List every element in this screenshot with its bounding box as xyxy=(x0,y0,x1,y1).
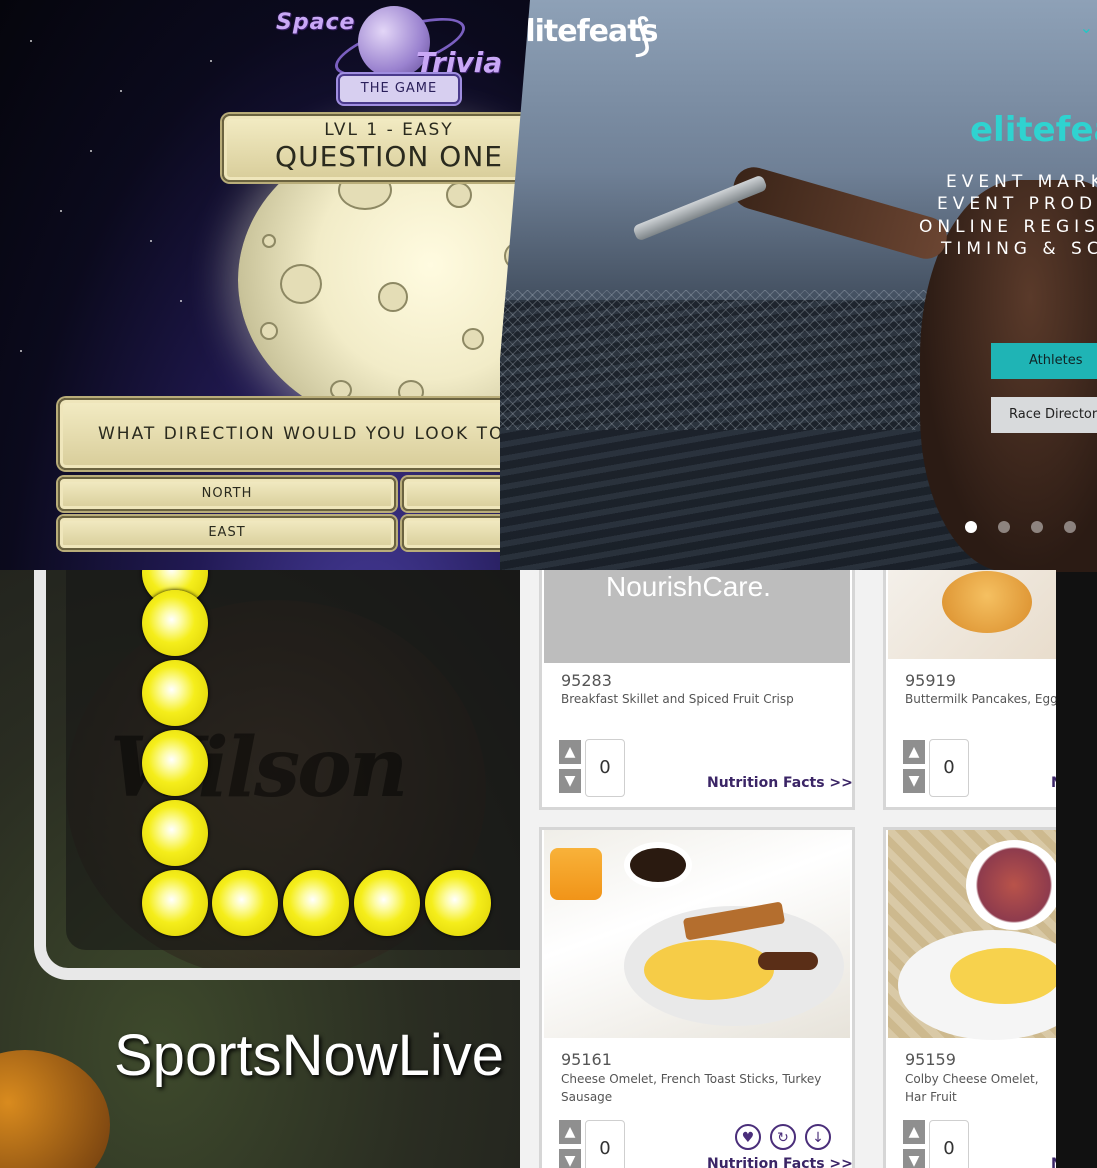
nourishcare-logo: NourishCare. xyxy=(606,571,771,602)
hero-brand-title: elitefea xyxy=(970,110,1097,150)
heart-icon[interactable]: ♥ xyxy=(735,1124,761,1150)
led-dot xyxy=(212,870,278,936)
service-line-2: EVENT PRODU xyxy=(937,194,1097,214)
answer-button-north[interactable]: NORTH xyxy=(58,477,396,511)
carousel-dot-2[interactable] xyxy=(998,521,1010,533)
basketball-foreground xyxy=(0,1050,110,1168)
meal-code: 95159 xyxy=(905,1050,956,1069)
space-trivia-logo: Space Trivia THE GAME xyxy=(276,4,526,104)
meal-code: 95161 xyxy=(561,1050,612,1069)
nutrition-facts-link[interactable]: N xyxy=(1051,1156,1056,1168)
meal-name: Breakfast Skillet and Spiced Fruit Crisp xyxy=(561,692,794,706)
race-directors-button[interactable]: Race Directors xyxy=(991,397,1097,433)
moon-crater xyxy=(280,264,322,304)
service-line-4: TIMING & SCO xyxy=(941,239,1097,259)
led-dot xyxy=(142,800,208,866)
decrement-button[interactable]: ▼ xyxy=(903,769,925,793)
moon-crater xyxy=(378,282,408,312)
star xyxy=(30,40,32,42)
quantity-field[interactable]: 0 xyxy=(929,739,969,797)
question-header: LVL 1 - EASY QUESTION ONE xyxy=(222,114,530,182)
sausage xyxy=(758,952,818,970)
led-dot xyxy=(142,730,208,796)
question-number: QUESTION ONE xyxy=(275,140,503,173)
increment-button[interactable]: ▲ xyxy=(903,740,925,764)
meal-name: Buttermilk Pancakes, Egg F xyxy=(905,692,1056,706)
question-text: WHAT DIRECTION WOULD YOU LOOK TO C xyxy=(58,398,530,470)
moon-crater xyxy=(330,380,352,400)
quantity-field[interactable]: 0 xyxy=(929,1120,969,1168)
sportsnowlive-title: SportsNowLive xyxy=(114,1023,505,1088)
star xyxy=(60,210,62,212)
winged-shoe-icon: ⟆ xyxy=(634,10,652,61)
meal-image-colby-omelet xyxy=(888,830,1056,1040)
fruit-cup xyxy=(966,840,1056,930)
meal-card: 95919 Buttermilk Pancakes, Egg F ▲ ▼ 0 N xyxy=(883,570,1056,810)
meal-image-placeholder: NourishCare. xyxy=(544,570,850,663)
decrement-button[interactable]: ▼ xyxy=(903,1149,925,1168)
star xyxy=(120,90,122,92)
led-dot xyxy=(354,870,420,936)
level-label: LVL 1 - EASY xyxy=(324,120,454,140)
quantity-field[interactable]: 0 xyxy=(585,1120,625,1168)
meal-image-pancakes xyxy=(888,570,1056,659)
omelet xyxy=(950,948,1056,1004)
athletes-button[interactable]: Athletes xyxy=(991,343,1097,379)
meal-card: NourishCare. 95283 Breakfast Skillet and… xyxy=(539,570,855,810)
star xyxy=(180,300,182,302)
led-dot xyxy=(425,870,491,936)
the-game-badge: THE GAME xyxy=(338,74,460,104)
meal-code: 95919 xyxy=(905,671,956,690)
service-line-1: EVENT MARKE xyxy=(946,172,1097,192)
carousel-dot-1[interactable] xyxy=(965,521,977,533)
omelet xyxy=(644,940,774,1000)
increment-button[interactable]: ▲ xyxy=(559,740,581,764)
moon-crater xyxy=(260,322,278,340)
meal-name: Colby Cheese Omelet, Har Fruit xyxy=(905,1072,1039,1104)
increment-button[interactable]: ▲ xyxy=(903,1120,925,1144)
led-dot xyxy=(142,660,208,726)
nutrition-facts-link[interactable]: Nutrition Facts >> xyxy=(707,775,852,791)
nutrition-facts-link[interactable]: Nutrition Facts >> xyxy=(707,1156,852,1168)
meal-name: Cheese Omelet, French Toast Sticks, Turk… xyxy=(561,1072,822,1104)
juice-glass xyxy=(550,848,602,900)
coffee-cup xyxy=(624,842,692,888)
star xyxy=(20,350,22,352)
answer-button-east[interactable]: EAST xyxy=(58,516,396,550)
pancake-shape xyxy=(942,571,1032,633)
download-icon[interactable]: ↓ xyxy=(805,1124,831,1150)
refresh-icon[interactable]: ↻ xyxy=(770,1124,796,1150)
star xyxy=(150,240,152,242)
moon-crater xyxy=(262,234,276,248)
led-dot xyxy=(142,870,208,936)
moon-crater xyxy=(462,328,484,350)
carousel-dot-3[interactable] xyxy=(1031,521,1043,533)
decrement-button[interactable]: ▼ xyxy=(559,1149,581,1168)
space-trivia-panel: Space Trivia THE GAME LVL 1 - EASY QUEST… xyxy=(0,0,530,570)
sportsnowlive-panel: Wilson SportsNowLive xyxy=(0,570,530,1168)
nourishcare-panel: NourishCare. 95283 Breakfast Skillet and… xyxy=(520,570,1056,1168)
service-line-3: ONLINE REGIST xyxy=(919,217,1097,237)
meal-image-omelet xyxy=(544,830,850,1038)
increment-button[interactable]: ▲ xyxy=(559,1120,581,1144)
meal-code: 95283 xyxy=(561,671,612,690)
decrement-button[interactable]: ▼ xyxy=(559,769,581,793)
elitefeats-panel: elitefeats ⟆ ⌄ elitefea EVENT MARKE EVEN… xyxy=(500,0,1097,572)
star xyxy=(90,150,92,152)
meal-card: 95159 Colby Cheese Omelet, Har Fruit ▲ ▼… xyxy=(883,827,1056,1168)
led-dot xyxy=(142,590,208,656)
star xyxy=(210,60,212,62)
carousel-dot-4[interactable] xyxy=(1064,521,1076,533)
quantity-field[interactable]: 0 xyxy=(585,739,625,797)
led-dot xyxy=(283,870,349,936)
meal-card: 95161 Cheese Omelet, French Toast Sticks… xyxy=(539,827,855,1168)
nutrition-facts-link[interactable]: N xyxy=(1051,775,1056,791)
moon-crater xyxy=(446,182,472,208)
chevron-down-icon[interactable]: ⌄ xyxy=(1080,18,1093,37)
logo-word-space: Space xyxy=(276,10,356,35)
